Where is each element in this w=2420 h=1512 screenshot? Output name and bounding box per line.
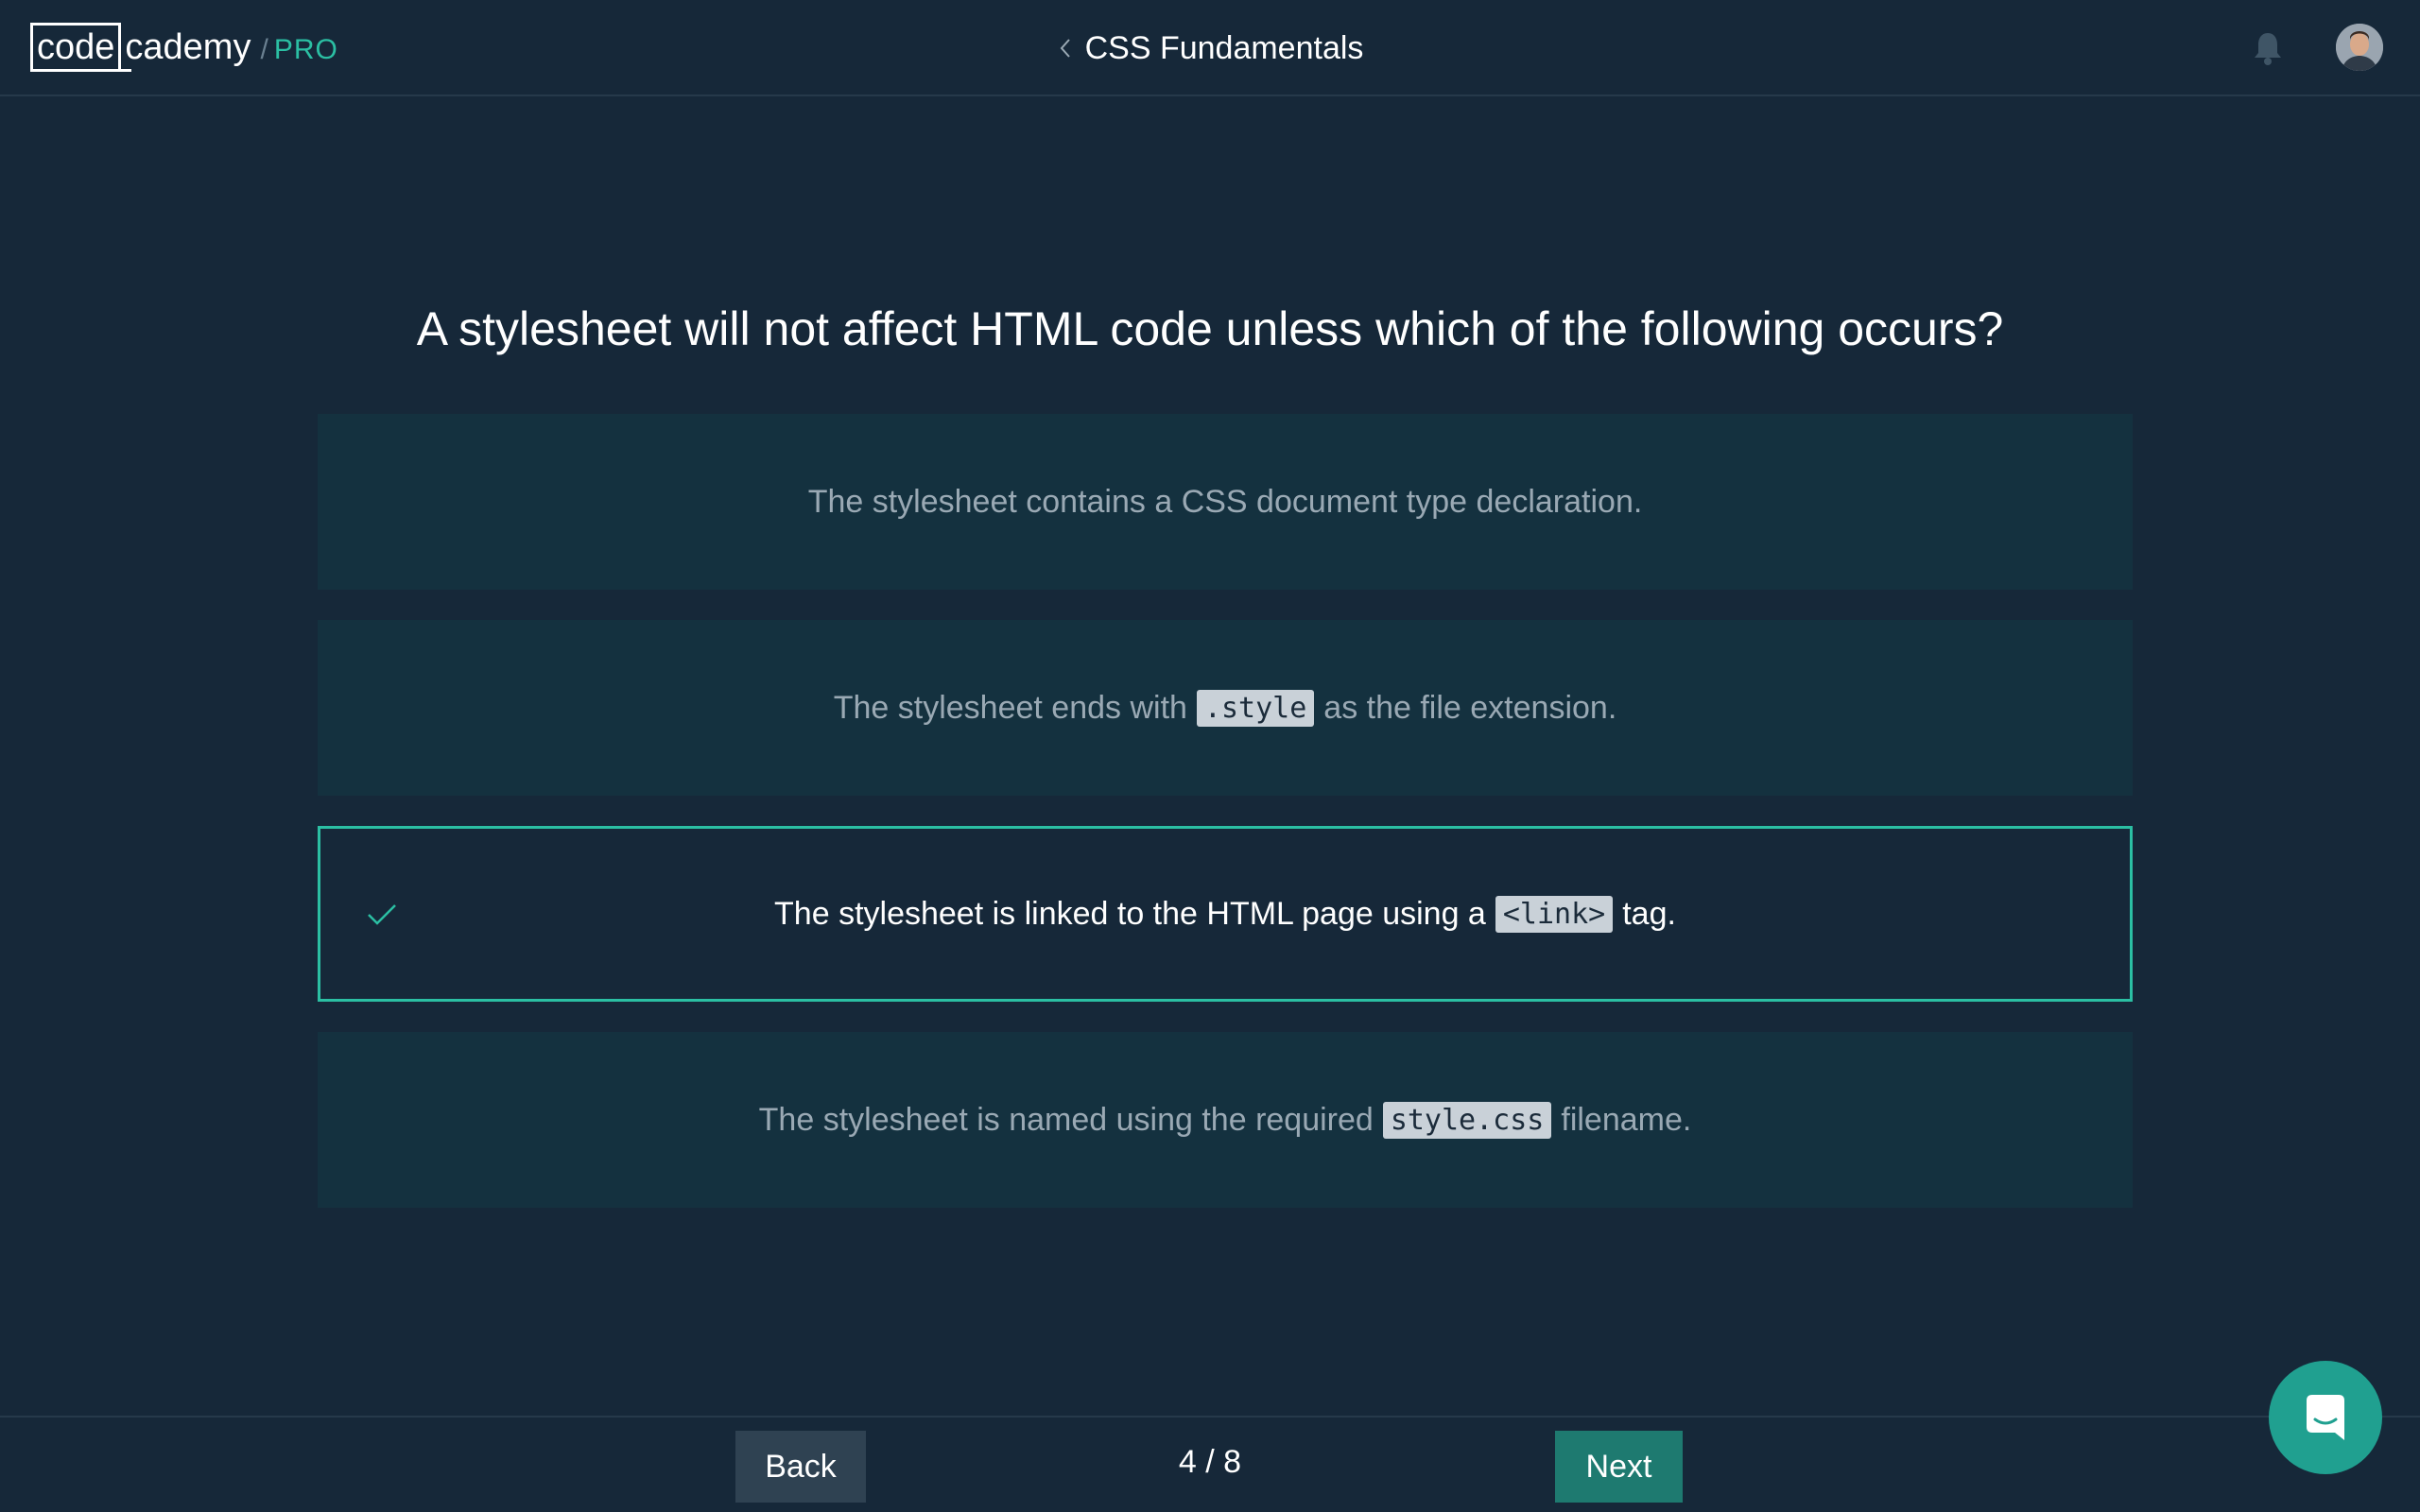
answer-text-after: tag. [1622, 895, 1676, 932]
quiz-progress: 4 / 8 [1178, 1444, 1242, 1480]
top-navigation-bar: code cademy / PRO CSS Fundamentals [0, 0, 2420, 96]
answer-option-4[interactable]: The stylesheet is named using the requir… [318, 1032, 2133, 1208]
next-button[interactable]: Next [1555, 1431, 1683, 1503]
avatar-image [2336, 24, 2383, 71]
bell-icon[interactable] [2252, 30, 2284, 66]
answer-text: The stylesheet is linked to the HTML pag… [774, 895, 1486, 932]
answer-code: <link> [1495, 895, 1614, 933]
answer-text: The stylesheet contains a CSS document t… [807, 483, 1643, 520]
course-title[interactable]: CSS Fundamentals [1085, 30, 1364, 67]
answer-option-3[interactable]: The stylesheet is linked to the HTML pag… [318, 826, 2133, 1002]
avatar[interactable] [2336, 24, 2383, 71]
answer-code: style.css [1382, 1101, 1552, 1139]
chat-icon [2307, 1395, 2344, 1440]
chevron-left-icon[interactable] [1057, 36, 1074, 60]
answer-text: The stylesheet ends with [833, 689, 1187, 726]
answer-option-2[interactable]: The stylesheet ends with .style as the f… [318, 620, 2133, 796]
course-title-link[interactable]: CSS Fundamentals [0, 26, 2420, 70]
chat-support-button[interactable] [2269, 1361, 2382, 1474]
answer-text: The stylesheet is named using the requir… [758, 1101, 1374, 1138]
checkmark-icon [368, 904, 396, 925]
quiz-question: A stylesheet will not affect HTML code u… [416, 302, 2004, 355]
answer-text-after: filename. [1561, 1101, 1692, 1138]
answer-code: .style [1196, 689, 1315, 727]
quiz-footer: Back 4 / 8 Next [0, 1416, 2420, 1512]
answer-option-1[interactable]: The stylesheet contains a CSS document t… [318, 414, 2133, 590]
answer-text-after: as the file extension. [1323, 689, 1617, 726]
back-button[interactable]: Back [735, 1431, 866, 1503]
